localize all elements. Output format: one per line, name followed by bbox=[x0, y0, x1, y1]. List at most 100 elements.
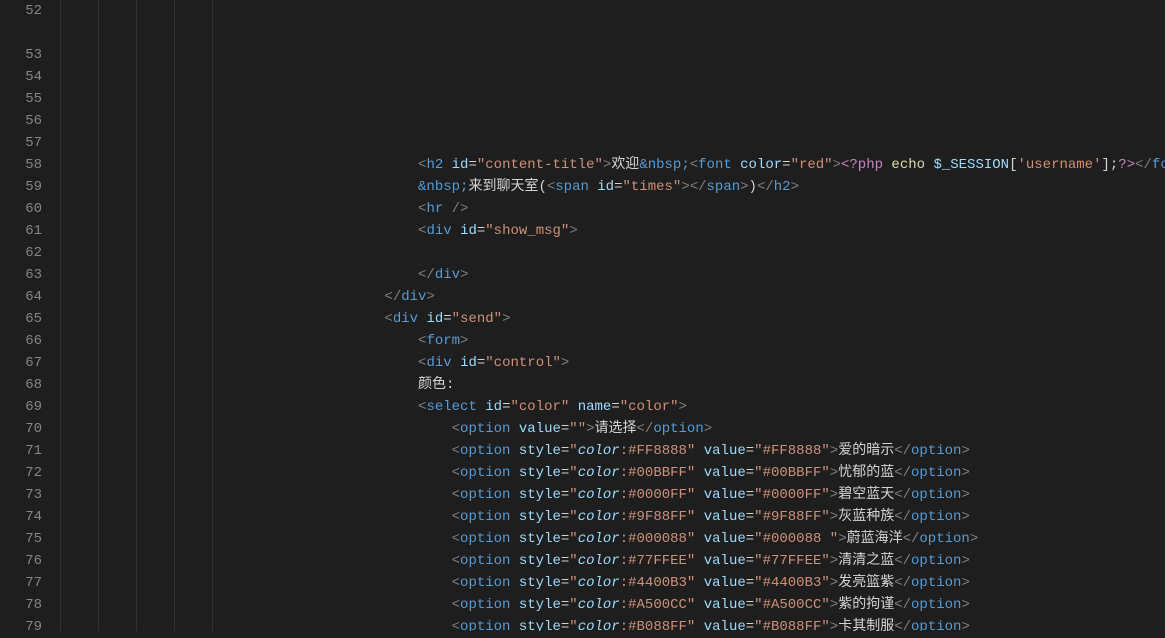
code-line[interactable]: <option value="">请选择</option> bbox=[60, 418, 1165, 440]
token-s: "content-title" bbox=[477, 157, 603, 173]
token-p: > bbox=[830, 553, 838, 569]
token-s: :#77FFEE" bbox=[620, 553, 696, 569]
token-tn: option bbox=[911, 443, 961, 459]
code-line[interactable]: <hr /> bbox=[60, 198, 1165, 220]
token-an: id bbox=[460, 223, 477, 239]
token-tn: option bbox=[460, 575, 510, 591]
token-tn: option bbox=[460, 531, 510, 547]
code-line[interactable]: <option style="color:#4400B3" value="#44… bbox=[60, 572, 1165, 594]
line-number: 71 bbox=[0, 440, 42, 462]
token-s: "control" bbox=[485, 355, 561, 371]
token-s: "#0000FF" bbox=[754, 487, 830, 503]
token-an: style bbox=[519, 531, 561, 547]
token-tn: option bbox=[919, 531, 969, 547]
token-s: :#0000FF" bbox=[620, 487, 696, 503]
code-line[interactable]: </div> bbox=[60, 264, 1165, 286]
line-number: 60 bbox=[0, 198, 42, 220]
token-s: "#00BBFF" bbox=[754, 465, 830, 481]
token-txt bbox=[695, 465, 703, 481]
token-p: </ bbox=[894, 487, 911, 503]
token-eq: = bbox=[746, 443, 754, 459]
token-s: :#00BBFF" bbox=[620, 465, 696, 481]
code-line[interactable]: <div id="show_msg"> bbox=[60, 220, 1165, 242]
code-line[interactable]: 颜色: bbox=[60, 374, 1165, 396]
token-eq: = bbox=[746, 597, 754, 613]
line-number: 63 bbox=[0, 264, 42, 286]
code-line[interactable]: <select id="color" name="color"> bbox=[60, 396, 1165, 418]
token-p: < bbox=[452, 619, 460, 631]
code-line[interactable]: <option style="color:#FF8888" value="#FF… bbox=[60, 440, 1165, 462]
token-tn: select bbox=[426, 399, 476, 415]
line-number: 78 bbox=[0, 594, 42, 616]
indent bbox=[60, 550, 452, 572]
token-s: "color" bbox=[620, 399, 679, 415]
token-p: > bbox=[460, 333, 468, 349]
line-number: 79 bbox=[0, 616, 42, 638]
code-line[interactable]: <h2 id="content-title">欢迎&nbsp;<font col… bbox=[60, 154, 1165, 176]
code-line[interactable]: <option style="color:#A500CC" value="#A5… bbox=[60, 594, 1165, 616]
token-txt: 发亮篮紫 bbox=[838, 575, 894, 591]
code-line[interactable]: <option style="color:#000088" value="#00… bbox=[60, 528, 1165, 550]
indent bbox=[60, 286, 384, 308]
line-number: 74 bbox=[0, 506, 42, 528]
token-s: 'username' bbox=[1017, 157, 1101, 173]
token-an: value bbox=[519, 421, 561, 437]
code-line[interactable]: <div id="control"> bbox=[60, 352, 1165, 374]
token-txt: 清清之蓝 bbox=[838, 553, 894, 569]
token-an: style bbox=[519, 597, 561, 613]
indent bbox=[60, 396, 418, 418]
token-p: > bbox=[460, 267, 468, 283]
token-txt: 碧空蓝天 bbox=[838, 487, 894, 503]
code-line[interactable]: <div id="send"> bbox=[60, 308, 1165, 330]
token-s: :#9F88FF" bbox=[620, 509, 696, 525]
token-tn: option bbox=[911, 509, 961, 525]
line-number: 68 bbox=[0, 374, 42, 396]
code-line[interactable]: <option style="color:#77FFEE" value="#77… bbox=[60, 550, 1165, 572]
code-line[interactable]: </div> bbox=[60, 286, 1165, 308]
token-an: style bbox=[519, 509, 561, 525]
token-fn: echo bbox=[891, 157, 933, 173]
code-line[interactable] bbox=[60, 242, 1165, 264]
token-tn: option bbox=[460, 421, 510, 437]
code-line[interactable]: <form> bbox=[60, 330, 1165, 352]
indent-guide bbox=[212, 0, 213, 631]
indent bbox=[60, 220, 418, 242]
token-txt bbox=[695, 509, 703, 525]
token-txt: 爱的暗示 bbox=[838, 443, 894, 459]
line-number: 53 bbox=[0, 44, 42, 66]
token-p: > bbox=[961, 465, 969, 481]
code-line[interactable]: <option style="color:#B088FF" value="#B0… bbox=[60, 616, 1165, 631]
token-prop: color bbox=[578, 619, 620, 631]
token-tn: option bbox=[460, 619, 510, 631]
indent bbox=[60, 176, 418, 198]
line-number: 70 bbox=[0, 418, 42, 440]
token-p: > bbox=[830, 597, 838, 613]
token-p: > bbox=[681, 179, 689, 195]
indent bbox=[60, 154, 418, 176]
token-txt: 请选择 bbox=[595, 421, 637, 437]
code-area[interactable]: <h2 id="content-title">欢迎&nbsp;<font col… bbox=[60, 0, 1165, 631]
indent-guide bbox=[174, 0, 175, 631]
line-number: 67 bbox=[0, 352, 42, 374]
token-tn: div bbox=[435, 267, 460, 283]
code-line[interactable]: <option style="color:#0000FF" value="#00… bbox=[60, 484, 1165, 506]
code-line[interactable]: &nbsp;来到聊天室(<span id="times"></span>)</h… bbox=[60, 176, 1165, 198]
indent bbox=[60, 528, 452, 550]
token-p: /> bbox=[452, 201, 469, 217]
indent-guide bbox=[136, 0, 137, 631]
token-an: value bbox=[704, 619, 746, 631]
code-line[interactable]: <option style="color:#9F88FF" value="#9F… bbox=[60, 506, 1165, 528]
token-tn: div bbox=[393, 311, 418, 327]
code-editor[interactable]: 5253545556575859606162636465666768697071… bbox=[0, 0, 1165, 631]
code-line[interactable]: <option style="color:#00BBFF" value="#00… bbox=[60, 462, 1165, 484]
line-number-gutter: 5253545556575859606162636465666768697071… bbox=[0, 0, 60, 631]
token-p: </ bbox=[637, 421, 654, 437]
token-txt bbox=[477, 399, 485, 415]
token-ent: &nbsp; bbox=[639, 157, 689, 173]
token-eq: = bbox=[611, 399, 619, 415]
token-an: value bbox=[704, 553, 746, 569]
token-an: style bbox=[519, 575, 561, 591]
line-number: 72 bbox=[0, 462, 42, 484]
token-an: value bbox=[704, 487, 746, 503]
token-p: > bbox=[830, 465, 838, 481]
